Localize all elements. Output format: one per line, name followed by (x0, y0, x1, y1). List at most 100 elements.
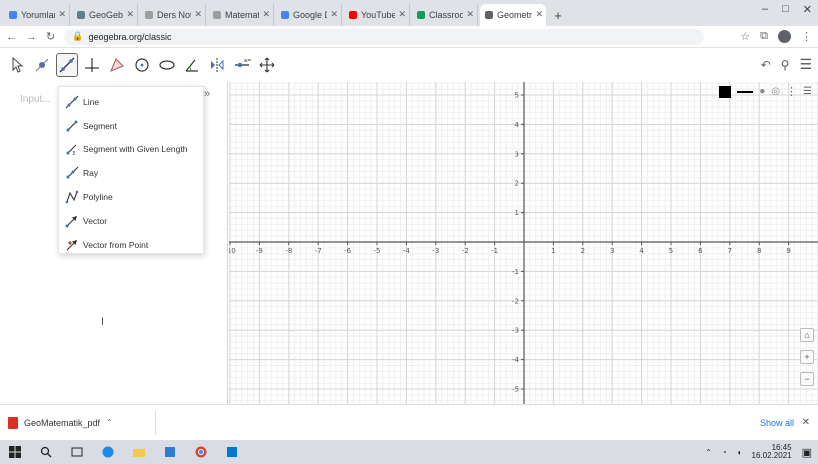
minimize-button[interactable]: – (762, 3, 768, 16)
collapse-panel-button[interactable]: » (204, 88, 210, 100)
forward-icon[interactable]: → (26, 31, 37, 43)
browser-tab[interactable]: YouTube ✕ (344, 4, 410, 26)
angle-tool[interactable] (181, 53, 203, 77)
extensions-icon[interactable]: ⧉ (760, 30, 768, 43)
dropdown-item-segment[interactable]: Segment (59, 114, 203, 138)
more-options-icon[interactable]: ⋮ (786, 85, 797, 98)
text-cursor-icon: I (101, 316, 105, 328)
graphics-view[interactable]: -10-9-8-7-6-5-4-3-2-1123456789654321-1-2… (229, 82, 818, 404)
chevron-up-icon[interactable]: ⌃ (106, 418, 113, 427)
algebra-input[interactable]: Input... (20, 94, 51, 105)
x-tick-label: -9 (256, 247, 263, 255)
close-window-button[interactable]: ✕ (803, 3, 812, 16)
zoom-out-button[interactable]: − (800, 372, 814, 386)
profile-avatar[interactable] (778, 30, 791, 43)
download-bar-close-button[interactable]: ✕ (802, 417, 810, 428)
reflect-tool[interactable] (206, 53, 228, 77)
tab-close-icon[interactable]: ✕ (262, 9, 270, 20)
tab-close-icon[interactable]: ✕ (58, 9, 66, 20)
color-swatch[interactable] (719, 85, 732, 98)
browser-tab[interactable]: Classroom✕ (412, 4, 478, 26)
browser-tab[interactable]: Ders Notu✕ (140, 4, 206, 26)
tab-close-icon[interactable]: ✕ (535, 9, 543, 20)
tab-close-icon[interactable]: ✕ (466, 9, 474, 20)
dropdown-item-label: Segment with Given Length (83, 144, 188, 155)
volume-icon[interactable]: ◖ (737, 448, 742, 457)
y-tick-label: 4 (515, 121, 520, 129)
ellipse-icon (159, 60, 175, 70)
dropdown-item-vector-from-point[interactable]: Vector from Point (59, 233, 203, 257)
browser-tab[interactable]: Yorumlar ✕ (4, 4, 70, 26)
browser-tab-active[interactable]: Geometri ✕ (480, 4, 546, 26)
arrow-cursor-icon (12, 56, 24, 73)
tab-close-icon[interactable]: ✕ (330, 9, 338, 20)
edge-browser-icon[interactable] (101, 446, 114, 459)
tab-close-icon[interactable]: ✕ (398, 9, 406, 20)
tray-chevron-icon[interactable]: ⌃ (705, 448, 712, 457)
y-tick-label: -1 (512, 268, 519, 276)
dropdown-item-vector[interactable]: Vector (59, 209, 203, 233)
notifications-icon[interactable]: ▣ (802, 446, 812, 459)
perpendicular-tool[interactable] (81, 53, 103, 77)
tab-close-icon[interactable]: ✕ (194, 9, 202, 20)
tab-close-icon[interactable]: ✕ (126, 9, 134, 20)
task-view-icon[interactable] (70, 446, 83, 459)
chrome-icon[interactable] (194, 446, 207, 459)
browser-tab[interactable]: GeoGebra✕ (72, 4, 138, 26)
window-controls: – □ ✕ (762, 3, 812, 16)
point-tool[interactable] (31, 53, 53, 77)
maximize-button[interactable]: □ (782, 3, 789, 16)
slider-tool[interactable]: a=2 (231, 53, 253, 77)
y-tick-label: 3 (515, 150, 519, 158)
y-tick-label: -3 (512, 327, 519, 335)
x-tick-label: 8 (757, 247, 761, 255)
dropdown-item-line[interactable]: Line (59, 90, 203, 114)
file-explorer-icon[interactable] (132, 446, 145, 459)
photos-icon[interactable] (225, 446, 238, 459)
url-field[interactable]: 🔒 geogebra.org/classic (64, 28, 705, 45)
browser-tab[interactable]: Google Dr✕ (276, 4, 342, 26)
style-bar-toggle-icon[interactable]: ☰ (803, 86, 812, 97)
browser-tab[interactable]: Matematik✕ (208, 4, 274, 26)
circle-tool[interactable] (131, 53, 153, 77)
browser-menu-icon[interactable]: ⋮ (801, 30, 812, 43)
new-tab-button[interactable]: + (548, 4, 568, 26)
slider-icon: a=2 (235, 58, 251, 68)
move-graphics-icon (259, 57, 275, 73)
move-graphics-tool[interactable] (256, 53, 278, 77)
geogebra-toolbar: a=2 (0, 48, 818, 82)
store-icon[interactable] (163, 446, 176, 459)
search-icon[interactable] (39, 446, 52, 459)
line-style-icon[interactable] (737, 90, 754, 93)
move-tool[interactable] (6, 53, 28, 77)
dropdown-item-segment-length[interactable]: 3 Segment with Given Length (59, 138, 203, 162)
perpendicular-icon (85, 58, 99, 72)
polyline-icon (65, 190, 79, 204)
x-tick-label: 1 (551, 247, 555, 255)
search-icon[interactable]: ⚲ (781, 58, 790, 72)
windows-start-icon[interactable] (8, 446, 21, 459)
clock[interactable]: 16:45 16.02.2021 (752, 444, 792, 460)
vector-point-icon (66, 239, 77, 251)
line-tools-dropdown: Line Segment 3 Segment with Given Length … (58, 86, 204, 254)
label-style-icon[interactable]: ◎ (771, 86, 780, 97)
line-tool[interactable] (56, 53, 78, 77)
reload-icon[interactable]: ↻ (46, 30, 55, 43)
dropdown-item-ray[interactable]: Ray (59, 161, 203, 185)
network-icon[interactable]: ◔ (722, 448, 727, 457)
main-menu-icon[interactable]: ☰ (799, 56, 812, 73)
zoom-in-button[interactable]: + (800, 350, 814, 364)
line-icon (59, 57, 75, 73)
download-item[interactable]: GeoMatematik_pdf ⌃ (8, 410, 156, 435)
back-icon[interactable]: ← (6, 31, 17, 43)
dropdown-item-label: Ray (83, 168, 99, 179)
home-view-button[interactable]: ⌂ (800, 328, 814, 342)
star-icon[interactable]: ☆ (740, 30, 750, 43)
undo-icon[interactable]: ↶ (761, 58, 771, 72)
show-all-downloads-link[interactable]: Show all (760, 418, 794, 428)
point-style-icon[interactable]: ● (759, 86, 765, 97)
ellipse-tool[interactable] (156, 53, 178, 77)
polygon-tool[interactable] (106, 53, 128, 77)
x-tick-label: -1 (491, 247, 498, 255)
dropdown-item-polyline[interactable]: Polyline (59, 185, 203, 209)
